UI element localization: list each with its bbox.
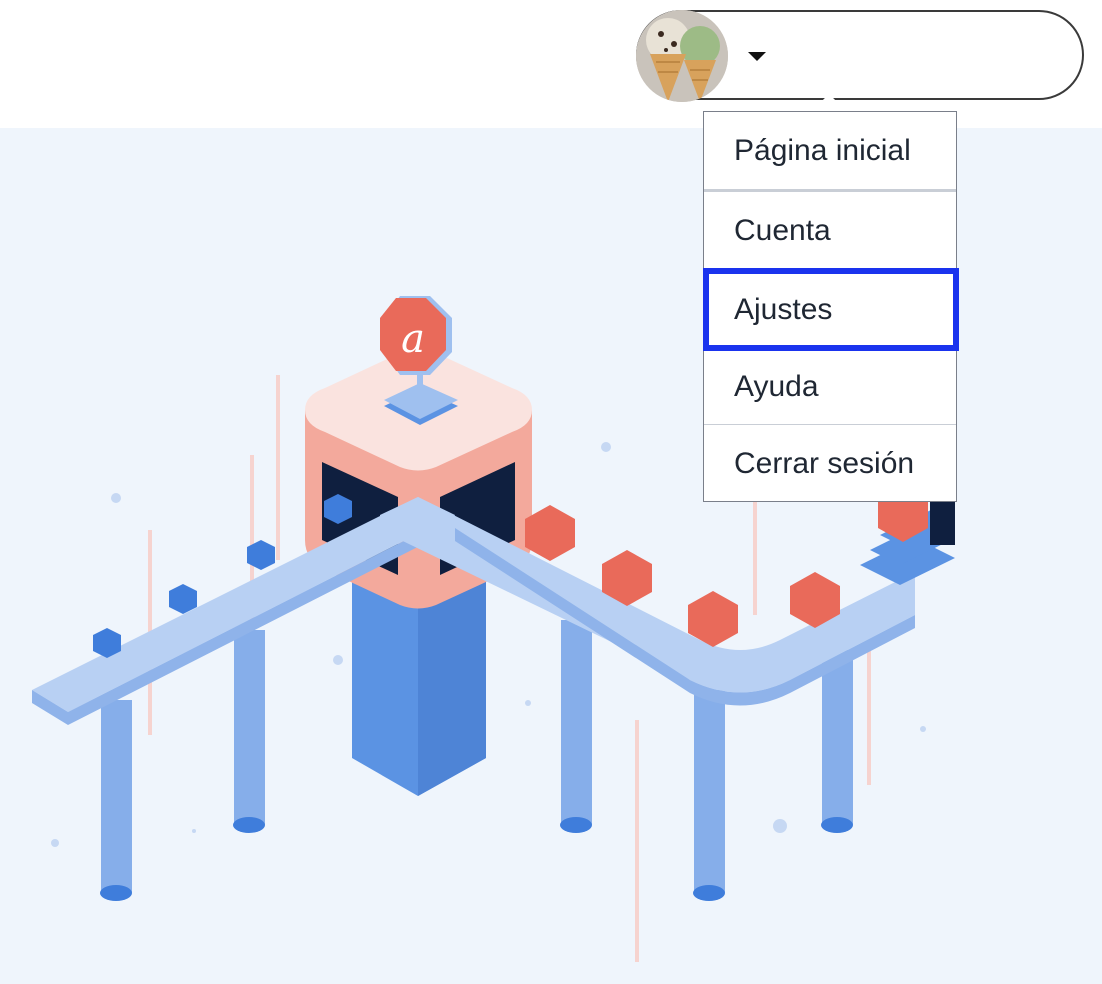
caret-down-icon[interactable] [748, 52, 766, 61]
menu-item-home[interactable]: Página inicial [704, 112, 956, 189]
focus-outline [703, 268, 959, 351]
menu-item-account[interactable]: Cuenta [704, 189, 956, 266]
dropdown-pointer [821, 93, 837, 109]
svg-text:a: a [401, 316, 425, 362]
menu-item-help[interactable]: Ayuda [704, 347, 956, 424]
avatar[interactable] [636, 10, 728, 102]
menu-item-logout[interactable]: Cerrar sesión [704, 424, 956, 501]
ice-cream-avatar-icon [636, 10, 728, 102]
